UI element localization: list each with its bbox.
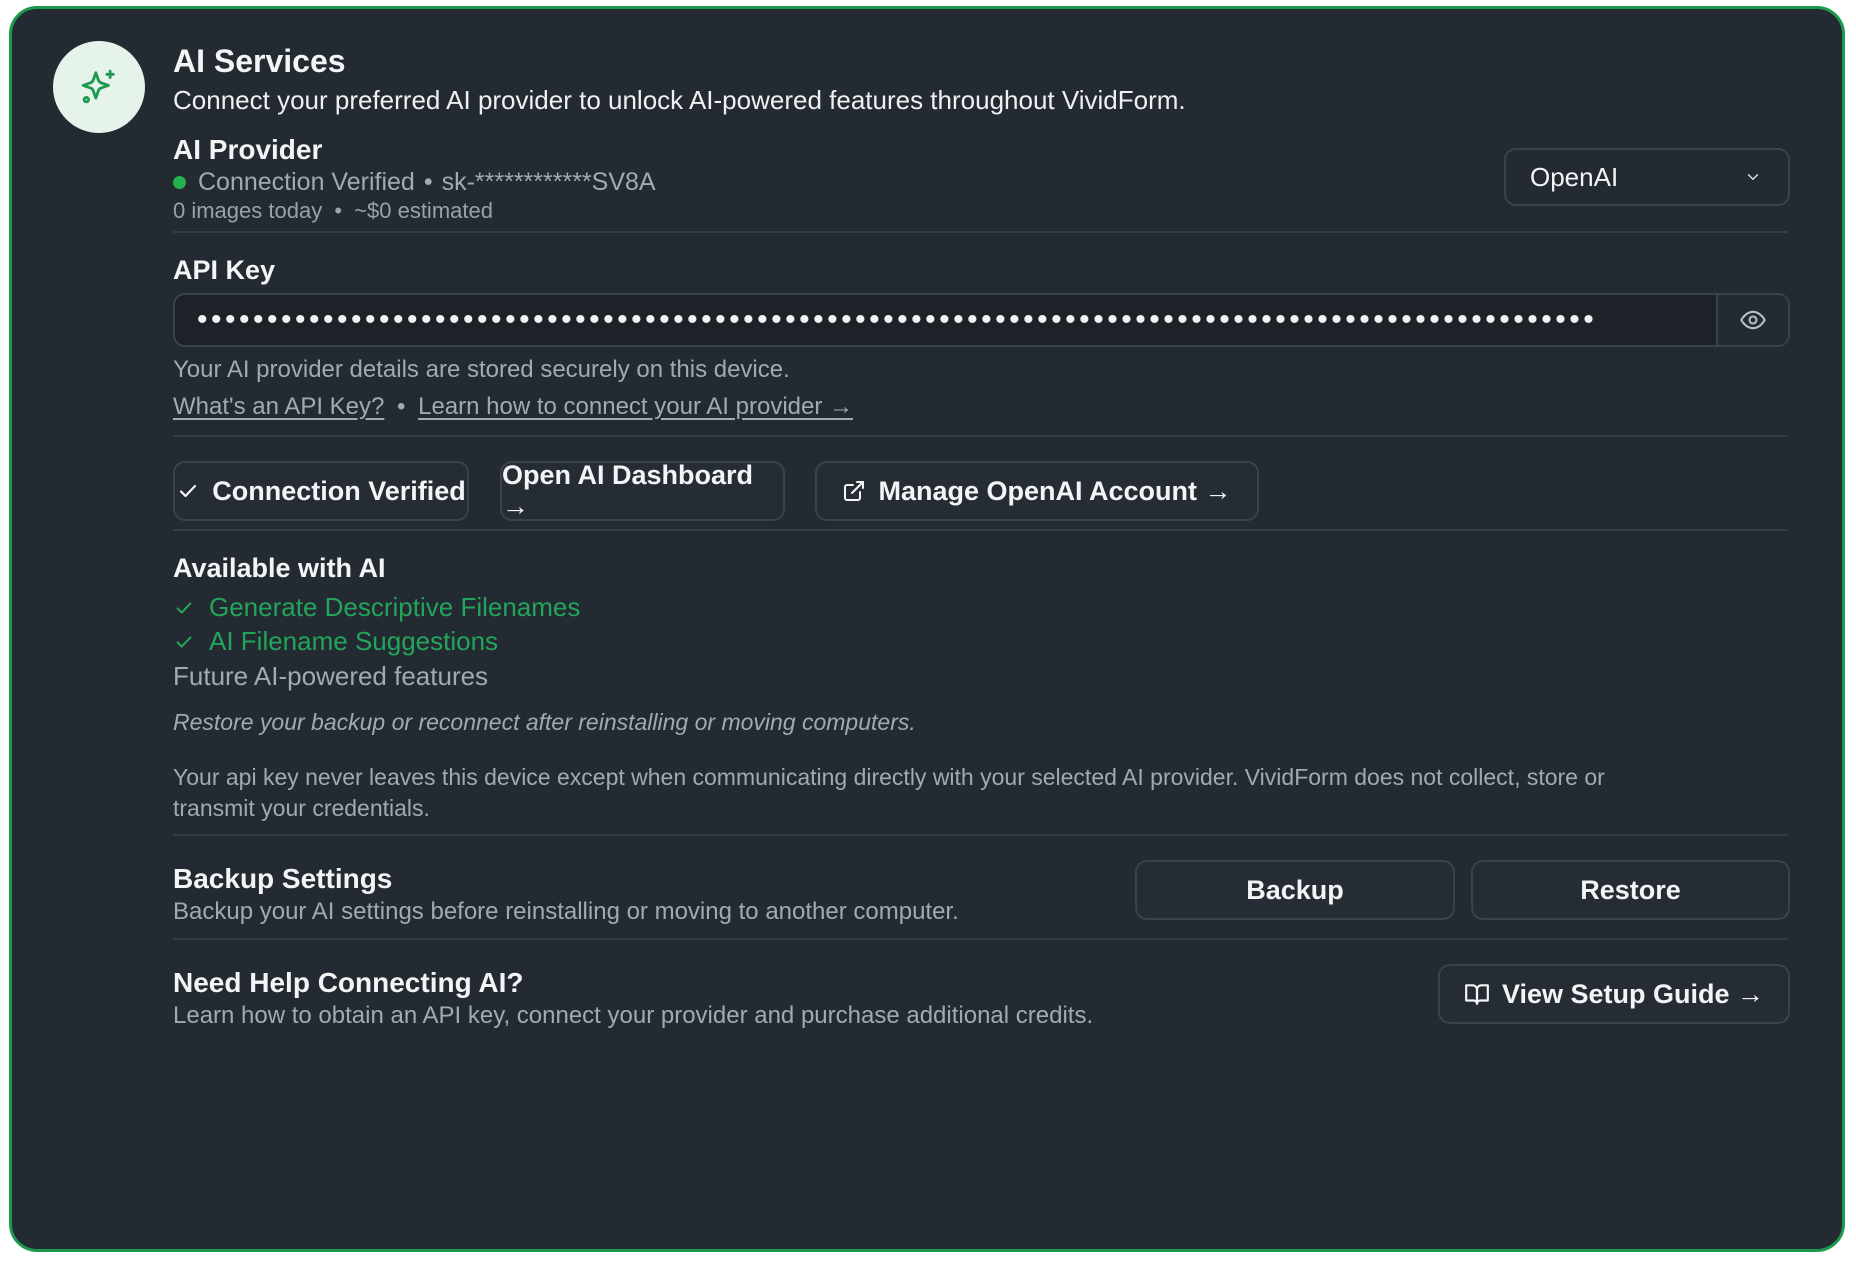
- page-subtitle: Connect your preferred AI provider to un…: [173, 85, 1186, 115]
- privacy-note: Your api key never leaves this device ex…: [173, 762, 1788, 824]
- check-icon: [173, 631, 195, 653]
- check-icon: [176, 479, 200, 503]
- usage-images: 0 images today: [173, 198, 323, 223]
- stored-note: Your AI provider details are stored secu…: [173, 356, 790, 383]
- setup-guide-label: View Setup Guide →: [1501, 978, 1765, 1009]
- provider-select[interactable]: OpenAI: [1504, 148, 1790, 206]
- api-key-input[interactable]: ••••••••••••••••••••••••••••••••••••••••…: [173, 293, 1790, 347]
- masked-key: sk-************SV8A: [441, 168, 656, 196]
- manage-account-button[interactable]: Manage OpenAI Account →: [815, 461, 1259, 521]
- restore-note: Restore your backup or reconnect after r…: [173, 709, 916, 735]
- feature-label: Generate Descriptive Filenames: [209, 592, 581, 622]
- api-key-label: API Key: [173, 255, 276, 285]
- feature-item: Generate Descriptive Filenames: [173, 592, 580, 623]
- divider: [173, 834, 1788, 836]
- usage-line: 0 images today • ~$0 estimated: [173, 198, 493, 224]
- usage-cost: ~$0 estimated: [354, 198, 493, 223]
- connection-status: Connection Verified • sk-************SV8…: [173, 168, 656, 197]
- backup-heading: Backup Settings: [173, 863, 393, 894]
- feature-item: AI Filename Suggestions: [173, 626, 498, 657]
- divider: [173, 435, 1788, 437]
- what-is-api-key-link[interactable]: What's an API Key?: [173, 393, 384, 420]
- status-separator: •: [423, 168, 433, 196]
- divider: [173, 529, 1788, 531]
- divider: [173, 938, 1788, 940]
- check-icon: [173, 597, 195, 619]
- book-icon: [1464, 981, 1490, 1007]
- external-link-icon: [842, 479, 866, 503]
- page-title: AI Services: [173, 43, 346, 79]
- restore-label: Restore: [1580, 874, 1681, 905]
- help-description: Learn how to obtain an API key, connect …: [173, 1002, 1094, 1029]
- usage-separator: •: [334, 198, 343, 223]
- learn-connect-link[interactable]: Learn how to connect your AI provider →: [418, 393, 853, 420]
- feature-label: AI Filename Suggestions: [209, 626, 499, 656]
- provider-label: AI Provider: [173, 134, 323, 165]
- backup-button[interactable]: Backup: [1135, 860, 1455, 920]
- features-heading: Available with AI: [173, 553, 386, 583]
- manage-account-label: Manage OpenAI Account →: [878, 475, 1232, 506]
- help-heading: Need Help Connecting AI?: [173, 967, 524, 998]
- help-links: What's an API Key? • Learn how to connec…: [173, 393, 853, 421]
- open-dashboard-button[interactable]: Open AI Dashboard →: [500, 460, 785, 521]
- open-dashboard-label: Open AI Dashboard →: [502, 460, 754, 521]
- connection-verified-label: Connection Verified: [212, 475, 466, 506]
- backup-label: Backup: [1246, 874, 1344, 905]
- divider: [173, 231, 1788, 233]
- restore-button[interactable]: Restore: [1471, 860, 1790, 920]
- provider-select-value: OpenAI: [1530, 161, 1619, 192]
- status-text: Connection Verified: [198, 168, 415, 196]
- backup-description: Backup your AI settings before reinstall…: [173, 898, 959, 925]
- links-separator: •: [397, 393, 406, 420]
- setup-guide-button[interactable]: View Setup Guide →: [1438, 964, 1790, 1024]
- api-key-value: ••••••••••••••••••••••••••••••••••••••••…: [197, 303, 1598, 336]
- future-features: Future AI-powered features: [173, 661, 489, 691]
- privacy-line-2: transmit your credentials.: [173, 795, 430, 821]
- status-dot: [173, 176, 186, 189]
- eye-icon[interactable]: [1716, 295, 1788, 345]
- connection-verified-button[interactable]: Connection Verified: [173, 461, 469, 521]
- privacy-line-1: Your api key never leaves this device ex…: [173, 764, 1605, 790]
- ai-services-card: AI Services Connect your preferred AI pr…: [9, 6, 1845, 1252]
- sparkles-icon: [53, 41, 145, 133]
- chevron-down-icon: [1744, 168, 1762, 186]
